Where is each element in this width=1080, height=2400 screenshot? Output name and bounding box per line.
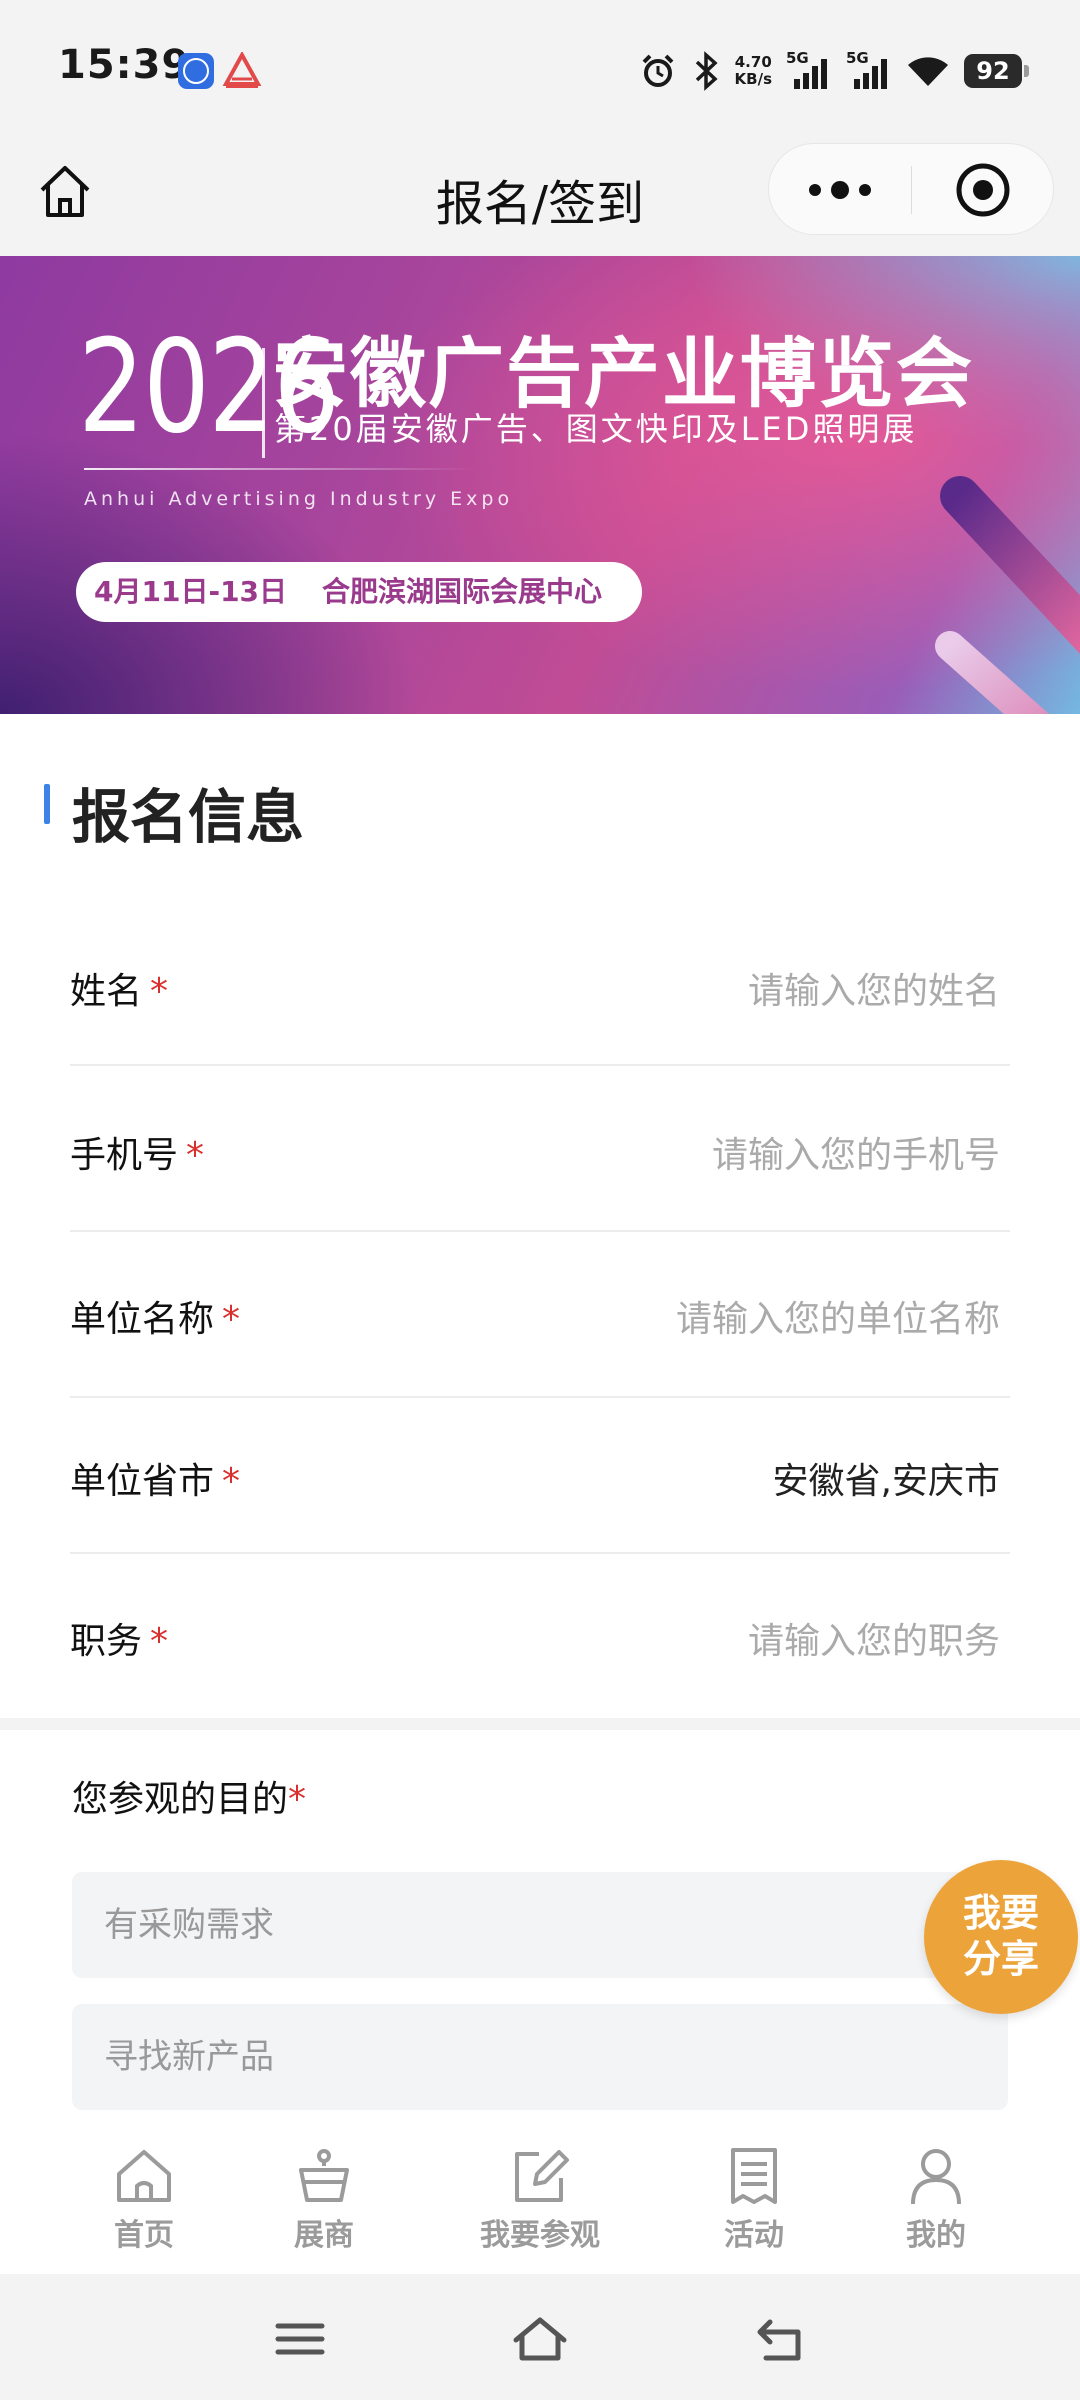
required-mark: * [186,1135,205,1176]
tab-visit[interactable]: 我要参观 [440,2146,640,2254]
banner-date: 4月11日-13日 [94,575,288,608]
form-row-position[interactable]: 职务 * 请输入您的职务 [70,1554,1010,1718]
close-miniprogram-button[interactable] [912,144,1054,236]
wifi-icon [906,53,950,89]
status-icons: 4.70 KB/s 5G 5G 92 [639,46,1029,96]
section-title: 报名信息 [72,783,305,851]
purpose-option-new-products[interactable]: 寻找新产品 [72,2004,1008,2110]
user-icon [911,2149,961,2205]
banner-subtitle: 第20届安徽广告、图文快印及LED照明展 [274,410,918,448]
section-separator [0,1718,1080,1730]
sim1-type: 5G [786,49,809,67]
company-input[interactable]: 请输入您的单位名称 [676,1290,1000,1342]
banner-venue: 合肥滨湖国际会展中心 [322,575,603,608]
company-label: 单位名称 * [70,1290,240,1342]
tab-home-label: 首页 [114,2218,174,2253]
required-mark: * [288,1779,307,1820]
tab-activities[interactable]: 活动 [654,2146,854,2254]
back-icon[interactable] [750,2314,810,2364]
expo-banner[interactable]: 2026 安徽广告产业博览会 第20届安徽广告、图文快印及LED照明展 Anhu… [0,256,1080,714]
share-button-line2: 分享 [962,1937,1039,1981]
region-picker[interactable]: 安徽省,安庆市 [773,1452,1000,1504]
share-button-line1: 我要 [962,1891,1039,1935]
battery-icon: 92 [964,54,1029,88]
banner-decoration [935,476,1080,714]
required-mark: * [222,1299,241,1340]
sim2-type: 5G [846,49,869,67]
tab-exhibitors[interactable]: 展商 [224,2146,424,2254]
tab-home[interactable]: 首页 [44,2146,244,2254]
position-label-text: 职务 [70,1621,143,1662]
red-app-icon [222,50,262,90]
miniprogram-capsule [768,143,1054,235]
bluetooth-icon [691,51,721,91]
status-time: 15:39 [58,42,191,88]
signal-icon: 5G [846,49,892,91]
banner-divider [262,348,265,458]
k-app-icon [178,53,214,89]
form-row-phone[interactable]: 手机号 * 请输入您的手机号 [70,1066,1010,1232]
more-button[interactable] [769,144,911,236]
share-button[interactable]: 我要 分享 [924,1860,1078,2014]
phone-label-text: 手机号 [70,1135,179,1176]
required-mark: * [222,1461,241,1502]
region-label: 单位省市 * [70,1452,240,1504]
name-label-text: 姓名 [70,971,143,1012]
bottom-tab-bar: 首页 展商 我要参观 活动 我的 [0,2128,1080,2274]
position-label: 职务 * [70,1612,168,1664]
alarm-icon [639,52,677,90]
title-bar: 报名/签到 [0,140,1080,256]
system-nav-bar [0,2274,1080,2400]
purpose-title: 您参观的目的* [72,1770,306,1822]
section-accent-bar [44,784,50,824]
net-speed-value: 4.70 [734,53,772,71]
exhibitor-icon [299,2149,349,2202]
net-speed: 4.70 KB/s [735,54,772,88]
visit-purpose-section: 您参观的目的* 有采购需求 寻找新产品 [0,1730,1080,2130]
tab-mine-label: 我的 [906,2218,966,2253]
edit-icon [515,2150,569,2202]
name-label: 姓名 * [70,962,168,1014]
purpose-title-text: 您参观的目的 [72,1779,289,1820]
phone-input[interactable]: 请输入您的手机号 [712,1126,1000,1178]
recent-apps-icon[interactable] [270,2314,330,2364]
tab-mine[interactable]: 我的 [836,2146,1036,2254]
position-input[interactable]: 请输入您的职务 [748,1612,1000,1664]
name-input[interactable]: 请输入您的姓名 [748,962,1000,1014]
region-label-text: 单位省市 [70,1461,215,1502]
banner-english-title: Anhui Advertising Industry Expo [84,488,514,510]
phone-label: 手机号 * [70,1126,204,1178]
tab-visit-label: 我要参观 [480,2218,600,2253]
banner-date-venue: 4月11日-13日 合肥滨湖国际会展中心 [76,562,642,622]
company-label-text: 单位名称 [70,1299,215,1340]
required-mark: * [150,1621,169,1662]
purpose-option-procurement[interactable]: 有采购需求 [72,1872,1008,1978]
system-home-icon[interactable] [510,2314,570,2364]
home-icon [117,2150,171,2202]
tab-exhibitors-label: 展商 [294,2218,354,2253]
form-row-region[interactable]: 单位省市 * 安徽省,安庆市 [70,1398,1010,1554]
document-icon [731,2148,777,2204]
form-row-name[interactable]: 姓名 * 请输入您的姓名 [70,906,1010,1066]
registration-form: 报名信息 姓名 * 请输入您的姓名 手机号 * 请输入您的手机号 单位名称 * 请输入… [0,714,1080,1718]
required-mark: * [150,971,169,1012]
form-row-company[interactable]: 单位名称 * 请输入您的单位名称 [70,1232,1010,1398]
banner-line [84,468,474,470]
tab-activities-label: 活动 [724,2218,784,2253]
signal-icon: 5G [786,49,832,91]
net-speed-unit: KB/s [734,70,772,88]
status-bar: 15:39 4.70 KB/s 5G 5G 92 [0,0,1080,140]
